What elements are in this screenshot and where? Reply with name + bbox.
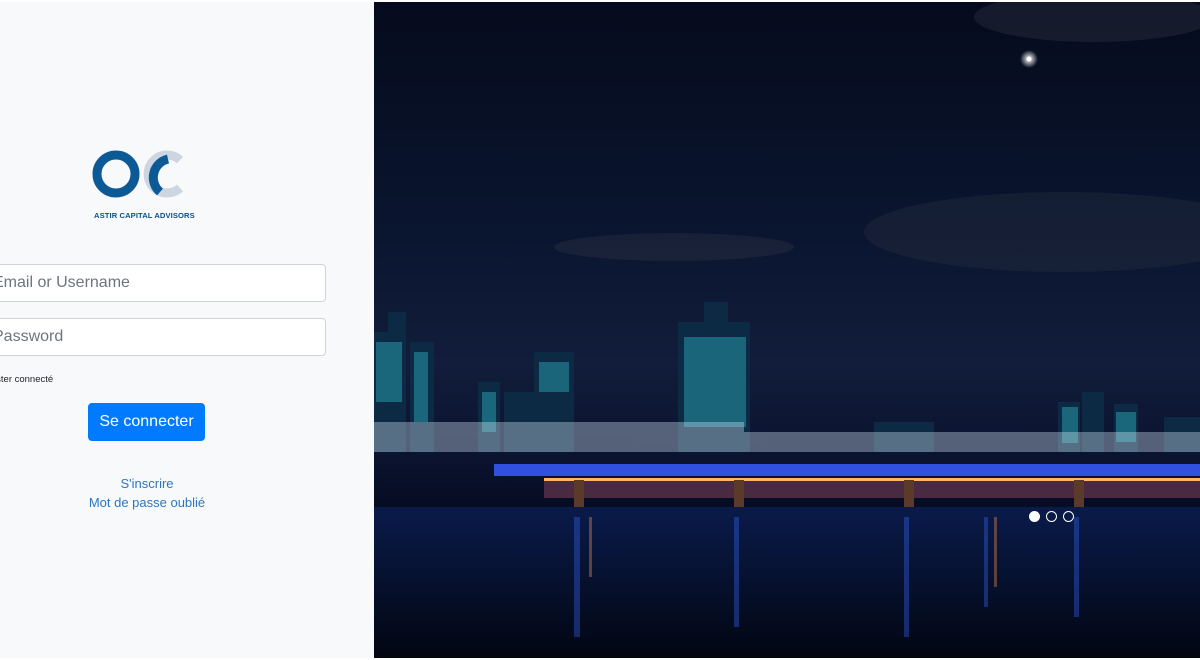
carousel-indicators <box>1029 511 1074 522</box>
hero-carousel[interactable] <box>374 2 1200 658</box>
carousel-dot-1[interactable] <box>1029 511 1040 522</box>
carousel-dot-3[interactable] <box>1063 511 1074 522</box>
remember-me[interactable]: Rester connecté <box>0 374 53 385</box>
brand-name: ASTIR CAPITAL ADVISORS <box>94 211 195 220</box>
login-button[interactable]: Se connecter <box>88 403 205 441</box>
forgot-password-link[interactable]: Mot de passe oublié <box>47 495 247 510</box>
brand-logo: ASTIR CAPITAL ADVISORS <box>92 146 202 226</box>
signup-link[interactable]: S'inscrire <box>47 476 247 491</box>
password-input[interactable] <box>0 318 326 356</box>
login-panel: ASTIR CAPITAL ADVISORS Rester connecté S… <box>0 2 374 658</box>
remember-label: Rester connecté <box>0 374 54 385</box>
logo-mark-icon <box>92 150 184 198</box>
city-skyline-image <box>374 2 1200 658</box>
email-input[interactable] <box>0 264 326 302</box>
carousel-dot-2[interactable] <box>1046 511 1057 522</box>
